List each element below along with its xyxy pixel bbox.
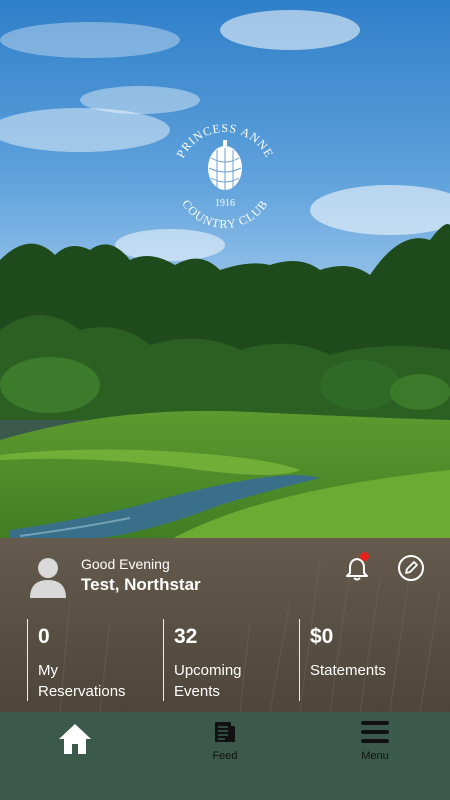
user-name: Test, Northstar — [81, 575, 201, 594]
stat-label: My Reservations — [38, 662, 126, 700]
notification-badge — [360, 552, 369, 561]
tab-feed-label: Feed — [212, 750, 238, 762]
logo-year: 1916 — [215, 198, 235, 209]
stat-label: Statements — [310, 662, 386, 679]
stat-label: Upcoming Events — [174, 662, 242, 700]
stat-value: 0 — [38, 625, 50, 648]
home-icon — [59, 724, 91, 754]
greeting-text: Good Evening — [81, 556, 170, 572]
stat-value: $0 — [310, 625, 334, 648]
tab-menu-label: Menu — [361, 750, 389, 762]
bottom-tab-bar: Feed Menu — [0, 712, 450, 800]
tab-menu[interactable]: Menu — [345, 712, 405, 772]
hamburger-menu-icon — [361, 721, 389, 743]
stat-statements[interactable]: $0 Statements — [299, 619, 439, 701]
stat-my-reservations[interactable]: 0 My Reservations — [27, 619, 162, 701]
person-avatar-icon — [30, 558, 66, 598]
newspaper-icon — [215, 722, 235, 742]
stat-value: 32 — [174, 625, 198, 648]
club-logo: PRINCESS ANNE COUNTRY CLUB 1916 — [173, 121, 275, 231]
tab-feed[interactable]: Feed — [195, 712, 255, 772]
tab-home[interactable] — [45, 712, 105, 772]
stat-upcoming-events[interactable]: 32 Upcoming Events — [163, 619, 298, 701]
pencil-circle-icon[interactable] — [397, 554, 425, 582]
